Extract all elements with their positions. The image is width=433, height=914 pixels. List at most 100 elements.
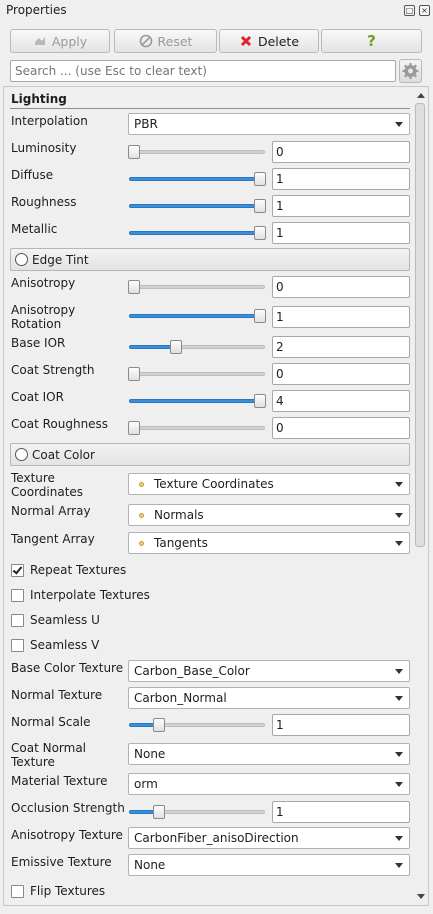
slider-track bbox=[129, 426, 265, 430]
slider-handle[interactable] bbox=[128, 367, 140, 381]
flip-textures-checkbox[interactable] bbox=[11, 885, 24, 898]
metallic-input[interactable]: 1 bbox=[272, 222, 410, 244]
roughness-label: Roughness bbox=[11, 195, 77, 209]
occlusion-strength-slider[interactable] bbox=[128, 805, 266, 819]
slider-handle[interactable] bbox=[254, 226, 266, 240]
chevron-down-icon bbox=[395, 482, 403, 487]
coat-ior-input[interactable]: 4 bbox=[272, 390, 410, 412]
anisotropy-texture-value: CarbonFiber_anisoDirection bbox=[134, 831, 299, 845]
slider-handle[interactable] bbox=[254, 394, 266, 408]
normal-texture-combo[interactable]: Carbon_Normal bbox=[128, 687, 410, 709]
scrollbar-thumb[interactable] bbox=[415, 103, 425, 547]
anisotropy-texture-combo[interactable]: CarbonFiber_anisoDirection bbox=[128, 827, 410, 849]
panel-title: Properties bbox=[6, 3, 67, 17]
interpolate-textures-checkbox[interactable] bbox=[11, 589, 24, 602]
texture-coordinates-label-line1: Texture bbox=[11, 471, 55, 485]
repeat-textures-label: Repeat Textures bbox=[30, 563, 127, 577]
slider-handle[interactable] bbox=[254, 172, 266, 186]
anisotropy-rotation-slider[interactable] bbox=[128, 309, 266, 323]
slider-fill bbox=[129, 177, 261, 181]
close-icon[interactable]: × bbox=[419, 5, 430, 16]
roughness-input[interactable]: 1 bbox=[272, 195, 410, 217]
coat-normal-texture-label-line2: Texture bbox=[11, 755, 55, 769]
interpolation-combo[interactable]: PBR bbox=[128, 113, 410, 135]
point-data-icon bbox=[139, 482, 144, 487]
occlusion-strength-label: Occlusion Strength bbox=[11, 801, 125, 815]
chevron-down-icon bbox=[395, 541, 403, 546]
reset-label: Reset bbox=[157, 33, 193, 49]
coat-strength-input[interactable]: 0 bbox=[272, 363, 410, 385]
occlusion-strength-input[interactable]: 1 bbox=[272, 801, 410, 823]
float-icon[interactable]: □ bbox=[404, 5, 415, 16]
slider-handle[interactable] bbox=[153, 718, 165, 732]
slider-fill bbox=[129, 399, 261, 403]
coat-strength-slider[interactable] bbox=[128, 367, 266, 381]
chevron-down-icon bbox=[395, 863, 403, 868]
diffuse-input[interactable]: 1 bbox=[272, 168, 410, 190]
base-ior-slider[interactable] bbox=[128, 340, 266, 354]
base-color-texture-combo[interactable]: Carbon_Base_Color bbox=[128, 660, 410, 682]
tangent-array-label: Tangent Array bbox=[11, 532, 95, 546]
slider-handle[interactable] bbox=[128, 421, 140, 435]
coat-color-button[interactable]: Coat Color bbox=[10, 443, 410, 466]
normal-array-label: Normal Array bbox=[11, 504, 91, 518]
repeat-textures-checkbox[interactable] bbox=[11, 564, 24, 577]
normal-scale-slider[interactable] bbox=[128, 718, 266, 732]
luminosity-label: Luminosity bbox=[11, 141, 77, 155]
vertical-scrollbar[interactable] bbox=[413, 87, 428, 905]
coat-ior-slider[interactable] bbox=[128, 394, 266, 408]
roughness-slider[interactable] bbox=[128, 199, 266, 213]
point-data-icon bbox=[139, 513, 144, 518]
slider-track bbox=[129, 150, 265, 154]
scroll-down-icon[interactable] bbox=[417, 894, 425, 899]
panel-titlebar: Properties □ × bbox=[0, 0, 433, 22]
chevron-down-icon bbox=[395, 696, 403, 701]
metallic-slider[interactable] bbox=[128, 226, 266, 240]
luminosity-slider[interactable] bbox=[128, 145, 266, 159]
coat-roughness-input[interactable]: 0 bbox=[272, 417, 410, 439]
anisotropy-rotation-input[interactable]: 1 bbox=[272, 306, 410, 328]
help-button[interactable]: ? bbox=[321, 29, 422, 53]
delete-button[interactable]: Delete bbox=[219, 29, 319, 53]
material-texture-combo[interactable]: orm bbox=[128, 773, 410, 795]
gear-icon bbox=[402, 63, 419, 79]
slider-handle[interactable] bbox=[254, 199, 266, 213]
edge-tint-button[interactable]: Edge Tint bbox=[10, 248, 410, 271]
delete-label: Delete bbox=[257, 33, 300, 49]
base-ior-input[interactable]: 2 bbox=[272, 336, 410, 358]
normal-array-combo[interactable]: Normals bbox=[128, 504, 410, 526]
seamless-v-checkbox[interactable] bbox=[11, 639, 24, 652]
reset-button[interactable]: Reset bbox=[114, 29, 217, 53]
normal-scale-input[interactable]: 1 bbox=[272, 714, 410, 736]
apply-label: Apply bbox=[51, 33, 88, 49]
anisotropy-slider[interactable] bbox=[128, 280, 266, 294]
luminosity-input[interactable]: 0 bbox=[272, 141, 410, 163]
anisotropy-texture-label: Anisotropy Texture bbox=[11, 828, 123, 842]
apply-icon bbox=[33, 34, 47, 48]
apply-button[interactable]: Apply bbox=[10, 29, 110, 53]
tangent-array-combo[interactable]: Tangents bbox=[128, 532, 410, 554]
coat-roughness-slider[interactable] bbox=[128, 421, 266, 435]
search-input[interactable] bbox=[10, 60, 396, 82]
slider-handle[interactable] bbox=[128, 280, 140, 294]
emissive-texture-combo[interactable]: None bbox=[128, 854, 410, 876]
advanced-settings-button[interactable] bbox=[399, 59, 422, 83]
seamless-v-label: Seamless V bbox=[30, 638, 100, 652]
coat-normal-texture-combo[interactable]: None bbox=[128, 743, 410, 765]
material-texture-value: orm bbox=[134, 777, 158, 791]
coat-color-label: Coat Color bbox=[32, 448, 95, 462]
slider-handle[interactable] bbox=[153, 805, 165, 819]
slider-handle[interactable] bbox=[254, 309, 266, 323]
slider-track bbox=[129, 372, 265, 376]
anisotropy-input[interactable]: 0 bbox=[272, 276, 410, 298]
point-data-icon bbox=[139, 541, 144, 546]
diffuse-label: Diffuse bbox=[11, 168, 54, 182]
anisotropy-rotation-label-line1: Anisotropy bbox=[11, 303, 76, 317]
slider-handle[interactable] bbox=[128, 145, 140, 159]
diffuse-slider[interactable] bbox=[128, 172, 266, 186]
scroll-up-icon[interactable] bbox=[417, 93, 425, 98]
chevron-down-icon bbox=[395, 752, 403, 757]
seamless-u-checkbox[interactable] bbox=[11, 614, 24, 627]
slider-handle[interactable] bbox=[170, 340, 182, 354]
texture-coordinates-combo[interactable]: Texture Coordinates bbox=[128, 473, 410, 495]
